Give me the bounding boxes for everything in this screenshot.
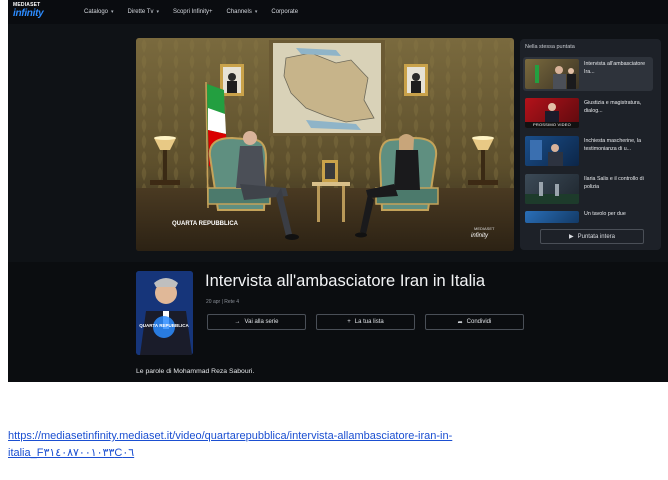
chevron-down-icon: ▾ xyxy=(254,9,258,15)
screenshot: MEDIASET infinity Catalogo ▾ Dirette Tv ▾ … xyxy=(8,0,668,382)
video-thumbnail xyxy=(525,174,579,204)
sidebar-video-item[interactable]: Ilaria Salis e il controllo di polizia xyxy=(523,172,653,206)
mediaset-watermark: MEDIASET xyxy=(474,226,495,231)
video-thumbnail: PROSSIMO VIDEO xyxy=(525,98,579,128)
sidebar-video-item[interactable]: Intervista all'ambasciatore Ira... xyxy=(523,57,653,91)
sidebar-item-title: Inchiesta mascherine, la testimonianza d… xyxy=(584,138,642,152)
video-thumbnail xyxy=(525,136,579,166)
top-navigation-bar: MEDIASET infinity Catalogo ▾ Dirette Tv ▾ … xyxy=(8,0,668,24)
sidebar-item-title: Ilaria Salis e il controllo di polizia xyxy=(584,176,644,190)
sidebar-item-title: Intervista all'ambasciatore Ira... xyxy=(584,61,646,75)
logo-name-text: infinity xyxy=(13,8,44,19)
nav-dirette-tv[interactable]: Dirette Tv ▾ xyxy=(128,9,159,15)
nav-label: Corporate xyxy=(271,9,299,15)
episode-description: Le parole di Mohammad Reza Sabouri. xyxy=(136,368,255,375)
nav-catalogo[interactable]: Catalogo ▾ xyxy=(84,9,114,15)
infinity-watermark: infinity xyxy=(471,233,489,239)
poster-image: QUARTA REPUBBLICA xyxy=(136,271,193,355)
share-icon: ➦ xyxy=(457,319,463,326)
full-episode-label: Puntata intera xyxy=(577,233,615,240)
video-thumbnail xyxy=(525,59,579,89)
share-button[interactable]: ➦ Condividi xyxy=(425,314,524,330)
poster-title-text: QUARTA REPUBBLICA xyxy=(139,323,189,328)
nav-label: Catalogo xyxy=(84,9,109,15)
sidebar-title: Nella stessa puntata xyxy=(525,44,575,50)
video-player[interactable]: QUARTA REPUBBLICA MEDIASET infinity xyxy=(136,38,514,251)
add-to-list-button[interactable]: + La tua lista xyxy=(316,314,415,330)
main-menu: Catalogo ▾ Dirette Tv ▾ Scopri Infinity+ C… xyxy=(84,0,298,24)
video-thumbnail xyxy=(525,211,579,223)
add-to-list-label: La tua lista xyxy=(354,319,384,325)
arrow-right-icon: → xyxy=(234,319,241,325)
source-link-line-1[interactable]: https://mediasetinfinity.mediaset.it/vid… xyxy=(8,430,452,442)
plus-icon: + xyxy=(347,319,351,325)
video-frame: QUARTA REPUBBLICA MEDIASET infinity xyxy=(136,38,514,251)
chevron-down-icon: ▾ xyxy=(111,9,114,15)
mediaset-infinity-logo[interactable]: MEDIASET infinity xyxy=(13,2,57,22)
thumbnail-image xyxy=(535,65,576,89)
nav-label: Dirette Tv xyxy=(127,9,154,15)
nav-label: Channels xyxy=(226,9,252,15)
sidebar-item-title: Un tavolo per due xyxy=(584,211,626,217)
thumbnail-image xyxy=(525,182,579,204)
episode-title: Intervista all'ambasciatore Iran in Ital… xyxy=(205,272,486,290)
play-icon: ▶ xyxy=(569,234,574,240)
sidebar-video-item[interactable]: Un tavolo per due xyxy=(523,209,653,223)
episode-sidebar: Nella stessa puntata Intervista all'amba… xyxy=(520,39,661,250)
source-link-line-2[interactable]: italia_F٣١٤٠٨٧٠٠١٠٣٣C٠٦ xyxy=(8,446,134,459)
sidebar-video-item[interactable]: PROSSIMO VIDEO Giustizia e magistratura,… xyxy=(523,96,653,130)
sidebar-item-title: Giustizia e magistratura, dialog... xyxy=(584,100,642,114)
go-to-series-label: Vai alla serie xyxy=(244,319,279,325)
share-label: Condividi xyxy=(466,319,492,325)
next-video-badge: PROSSIMO VIDEO xyxy=(525,122,579,128)
go-to-series-button[interactable]: → Vai alla serie xyxy=(207,314,306,330)
quarta-repubblica-watermark: QUARTA REPUBBLICA xyxy=(172,221,239,227)
episode-meta: 20 apr | Rete 4 xyxy=(206,299,239,305)
nav-scopri-infinity[interactable]: Scopri Infinity+ xyxy=(173,9,213,15)
series-poster[interactable]: QUARTA REPUBBLICA xyxy=(136,271,193,355)
thumbnail-image xyxy=(530,140,563,166)
chevron-down-icon: ▾ xyxy=(156,9,159,15)
sidebar-video-item[interactable]: Inchiesta mascherine, la testimonianza d… xyxy=(523,134,653,168)
nav-channels[interactable]: Channels ▾ xyxy=(227,9,258,15)
nav-corporate[interactable]: Corporate xyxy=(271,9,298,15)
full-episode-button[interactable]: ▶ Puntata intera xyxy=(540,229,644,244)
nav-label: Scopri Infinity+ xyxy=(172,9,213,15)
